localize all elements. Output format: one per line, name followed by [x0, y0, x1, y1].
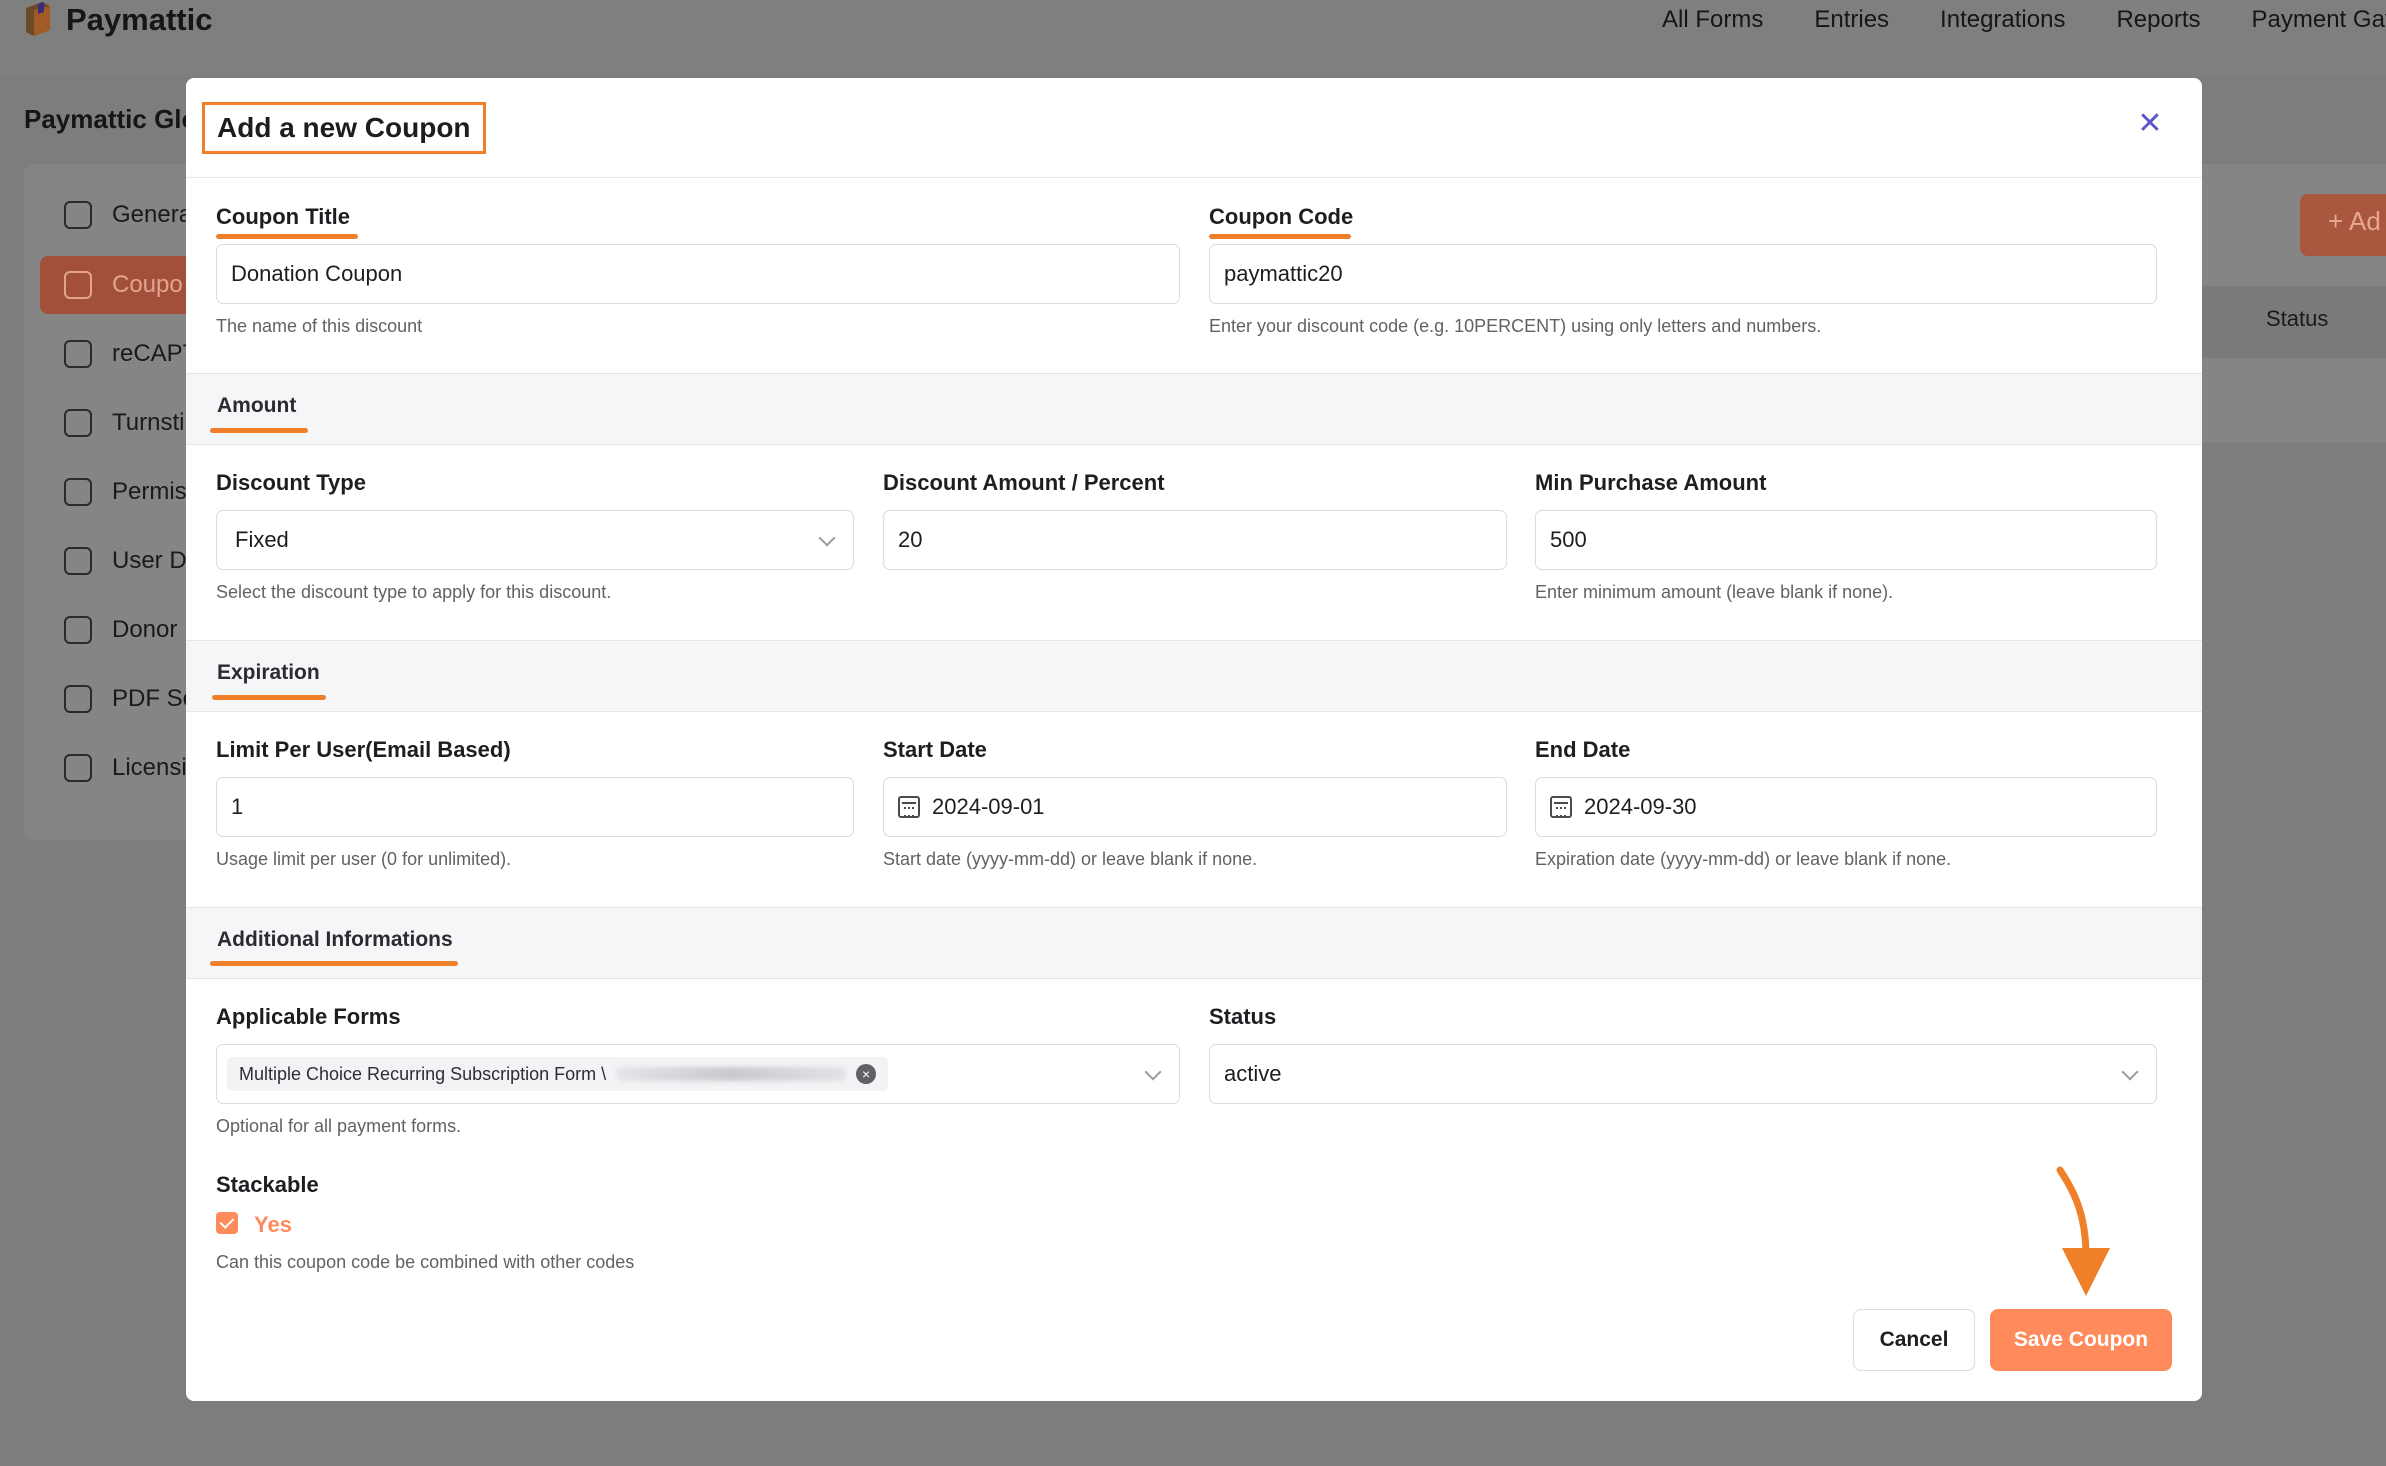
- underline-annotation: [1209, 234, 1351, 239]
- applicable-forms-label: Applicable Forms: [216, 1004, 401, 1029]
- calendar-icon: [1550, 796, 1572, 818]
- pdf-icon: [64, 685, 92, 713]
- gear-icon: [64, 201, 92, 229]
- close-icon[interactable]: ✕: [2134, 108, 2166, 140]
- page-title: Paymattic Glo: [24, 104, 198, 134]
- min-purchase-input[interactable]: 500: [1535, 510, 2157, 570]
- discount-type-help: Select the discount type to apply for th…: [216, 582, 612, 602]
- save-coupon-button[interactable]: Save Coupon: [1990, 1309, 2172, 1371]
- chevron-down-icon: [1144, 1063, 1162, 1081]
- calendar-icon: [898, 796, 920, 818]
- add-coupon-modal: Add a new Coupon ✕ Coupon Title Donation…: [186, 78, 2202, 1401]
- add-coupon-button[interactable]: + Ad: [2300, 194, 2386, 256]
- coupon-code-label: Coupon Code: [1209, 204, 1354, 229]
- start-date-label: Start Date: [883, 737, 987, 762]
- limit-per-user-help: Usage limit per user (0 for unlimited).: [216, 849, 512, 869]
- discount-type-select[interactable]: Fixed: [216, 510, 854, 570]
- stackable-help: Can this coupon code be combined with ot…: [216, 1252, 635, 1272]
- discount-type-label: Discount Type: [216, 470, 366, 495]
- license-icon: [64, 754, 92, 782]
- start-date-input[interactable]: 2024-09-01: [883, 777, 1507, 837]
- discount-amount-input[interactable]: 20: [883, 510, 1507, 570]
- section-expiration: Expiration: [186, 640, 2202, 712]
- applicable-forms-select[interactable]: Multiple Choice Recurring Subscription F…: [216, 1044, 1180, 1104]
- chart-icon: [64, 616, 92, 644]
- turnstile-icon: [64, 409, 92, 437]
- section-additional: Additional Informations: [186, 907, 2202, 979]
- nav-integrations[interactable]: Integrations: [1940, 6, 2065, 34]
- start-date-help: Start date (yyyy-mm-dd) or leave blank i…: [883, 849, 1258, 869]
- nav-all-forms[interactable]: All Forms: [1662, 6, 1763, 34]
- coupon-title-input[interactable]: Donation Coupon: [216, 244, 1180, 304]
- paymattic-logo-icon: [26, 2, 50, 36]
- section-amount: Amount: [186, 373, 2202, 445]
- underline-annotation: [210, 428, 308, 433]
- limit-per-user-label: Limit Per User(Email Based): [216, 737, 511, 762]
- coupon-icon: [64, 271, 92, 299]
- modal-header: Add a new Coupon ✕: [186, 78, 2202, 178]
- top-nav: All Forms Entries Integrations Reports P…: [1662, 6, 2386, 34]
- min-purchase-label: Min Purchase Amount: [1535, 470, 1767, 495]
- recaptcha-icon: [64, 340, 92, 368]
- section-additional-label: Additional Informations: [217, 928, 453, 951]
- grid-icon: [64, 547, 92, 575]
- underline-annotation: [210, 961, 458, 966]
- blurred-text: [616, 1067, 847, 1081]
- chevron-down-icon: [2121, 1063, 2139, 1081]
- end-date-label: End Date: [1535, 737, 1631, 762]
- status-label: Status: [1209, 1004, 1277, 1029]
- modal-title: Add a new Coupon: [202, 102, 486, 154]
- limit-per-user-input[interactable]: 1: [216, 777, 854, 837]
- table-status-header: Status: [2266, 306, 2329, 331]
- coupon-title-label: Coupon Title: [216, 204, 351, 229]
- coupon-code-help: Enter your discount code (e.g. 10PERCENT…: [1209, 316, 1822, 336]
- section-expiration-label: Expiration: [217, 661, 320, 684]
- end-date-help: Expiration date (yyyy-mm-dd) or leave bl…: [1535, 849, 1952, 869]
- arrow-annotation-icon: [2056, 1166, 2110, 1296]
- selected-form-tag: Multiple Choice Recurring Subscription F…: [227, 1057, 889, 1091]
- underline-annotation: [216, 234, 358, 239]
- coupon-title-help: The name of this discount: [216, 316, 423, 336]
- cancel-button[interactable]: Cancel: [1853, 1309, 1975, 1371]
- applicable-forms-help: Optional for all payment forms.: [216, 1116, 462, 1136]
- section-amount-label: Amount: [217, 394, 297, 417]
- underline-annotation: [212, 695, 326, 700]
- discount-amount-label: Discount Amount / Percent: [883, 470, 1165, 495]
- app-name: Paymattic: [66, 2, 213, 37]
- min-purchase-help: Enter minimum amount (leave blank if non…: [1535, 582, 1894, 602]
- top-bar: Paymattic All Forms Entries Integrations…: [0, 0, 2386, 76]
- status-select[interactable]: active: [1209, 1044, 2157, 1104]
- end-date-input[interactable]: 2024-09-30: [1535, 777, 2157, 837]
- coupon-code-input[interactable]: paymattic20: [1209, 244, 2157, 304]
- nav-payment-gateway[interactable]: Payment Gat: [2252, 6, 2386, 34]
- remove-tag-icon[interactable]: ×: [856, 1064, 877, 1084]
- nav-entries[interactable]: Entries: [1814, 6, 1889, 34]
- nav-reports[interactable]: Reports: [2116, 6, 2200, 34]
- stackable-checkbox[interactable]: [216, 1212, 238, 1234]
- chevron-down-icon: [818, 529, 836, 547]
- user-icon: [64, 478, 92, 506]
- stackable-option[interactable]: Yes: [254, 1212, 292, 1238]
- stackable-label: Stackable: [216, 1172, 319, 1197]
